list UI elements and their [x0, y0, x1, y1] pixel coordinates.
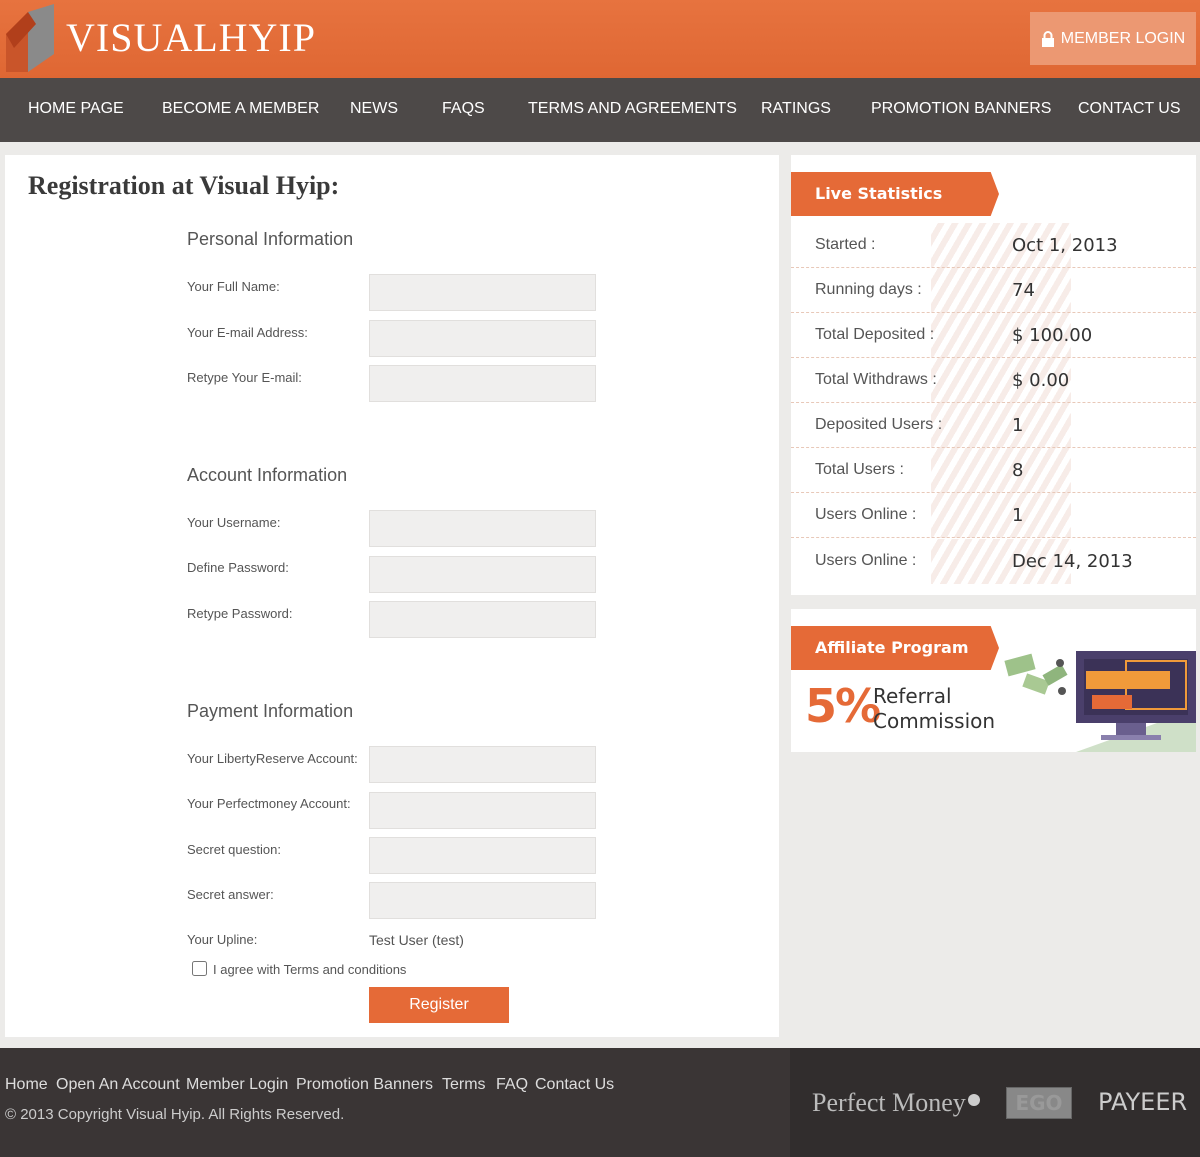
perfectmoney-input[interactable] [369, 792, 596, 829]
stat-label: Total Users : [815, 461, 904, 478]
affiliate-program-panel[interactable]: Affiliate Program 5% Referral Commission [791, 609, 1196, 752]
payeer-logo: PAYEER [1098, 1088, 1188, 1116]
stat-row: Total Users : 8 [791, 448, 1196, 493]
site-logo[interactable]: VISUALHYIP [66, 14, 316, 61]
secret-answer-input[interactable] [369, 882, 596, 919]
nav-become-member[interactable]: BECOME A MEMBER [162, 100, 319, 118]
site-footer: Home Open An Account Member Login Promot… [0, 1048, 1200, 1157]
payment-info-heading: Payment Information [187, 701, 354, 721]
footer-link-home[interactable]: Home [5, 1076, 48, 1094]
nav-home-page[interactable]: HOME PAGE [28, 100, 124, 118]
nav-faqs[interactable]: FAQS [442, 100, 485, 118]
stat-label: Users Online : [815, 506, 917, 523]
copyright-text: © 2013 Copyright Visual Hyip. All Rights… [5, 1106, 345, 1123]
retype-password-label: Retype Password: [187, 606, 293, 621]
full-name-input[interactable] [369, 274, 596, 311]
agree-terms-checkbox[interactable] [192, 961, 207, 976]
email-input[interactable] [369, 320, 596, 357]
registration-panel: Registration at Visual Hyip: Personal In… [5, 155, 779, 1037]
referral-commission-text: Referral Commission [873, 684, 1013, 734]
stat-label: Deposited Users : [815, 416, 943, 433]
stat-label: Started : [815, 236, 876, 253]
username-label: Your Username: [187, 515, 281, 530]
stat-row: Deposited Users : 1 [791, 403, 1196, 448]
live-statistics-heading: Live Statistics [791, 172, 999, 216]
stat-label: Total Deposited : [815, 326, 935, 343]
account-info-heading: Account Information [187, 465, 348, 485]
footer-link-terms[interactable]: Terms [442, 1076, 486, 1094]
nav-promotion-banners[interactable]: PROMOTION BANNERS [871, 100, 1051, 118]
password-label: Define Password: [187, 560, 289, 575]
footer-link-promotion-banners[interactable]: Promotion Banners [296, 1076, 433, 1094]
perfectmoney-label: Your Perfectmoney Account: [187, 796, 351, 811]
secret-answer-label: Secret answer: [187, 887, 274, 902]
upline-value: Test User (test) [369, 932, 464, 948]
stat-value: $ 100.00 [1012, 325, 1093, 346]
member-login-button[interactable]: MEMBER LOGIN [1030, 12, 1196, 65]
stat-value: 74 [1012, 280, 1035, 301]
stat-row: Total Withdraws : $ 0.00 [791, 358, 1196, 403]
stat-value: $ 0.00 [1012, 370, 1070, 391]
stat-row: Running days : 74 [791, 268, 1196, 313]
stat-row: Users Online : 1 [791, 493, 1196, 538]
main-nav: HOME PAGE BECOME A MEMBER NEWS FAQS TERM… [0, 78, 1200, 142]
referral-line: Referral [873, 684, 952, 708]
stat-row: Users Online : Dec 14, 2013 [791, 539, 1196, 584]
footer-link-faq[interactable]: FAQ [496, 1076, 528, 1094]
nav-terms[interactable]: TERMS AND AGREEMENTS [528, 100, 737, 118]
nav-contact-us[interactable]: CONTACT US [1078, 100, 1181, 118]
computer-money-illustration [1004, 651, 1196, 752]
email-label: Your E-mail Address: [187, 325, 308, 340]
footer-link-member-login[interactable]: Member Login [186, 1076, 288, 1094]
perfect-money-text: Perfect Money [812, 1088, 966, 1117]
commission-line: Commission [873, 709, 996, 733]
stat-label: Total Withdraws : [815, 371, 937, 388]
stat-value: Oct 1, 2013 [1012, 235, 1118, 256]
nav-news[interactable]: NEWS [350, 100, 398, 118]
live-statistics-panel: Live Statistics Started : Oct 1, 2013 Ru… [791, 155, 1196, 595]
site-header: VISUALHYIP MEMBER LOGIN [0, 0, 1200, 78]
retype-password-input[interactable] [369, 601, 596, 638]
secret-question-input[interactable] [369, 837, 596, 874]
footer-link-open-account[interactable]: Open An Account [56, 1076, 180, 1094]
stat-row: Started : Oct 1, 2013 [791, 223, 1196, 268]
secret-question-label: Secret question: [187, 842, 281, 857]
ego-logo: EGO [1006, 1087, 1072, 1119]
username-input[interactable] [369, 510, 596, 547]
password-input[interactable] [369, 556, 596, 593]
logo-icon[interactable] [6, 4, 54, 72]
stat-value: 1 [1012, 505, 1024, 526]
member-login-label: MEMBER LOGIN [1060, 29, 1186, 47]
nav-ratings[interactable]: RATINGS [761, 100, 831, 118]
perfect-money-logo: Perfect Money [812, 1088, 980, 1118]
commission-percent: 5% [805, 679, 881, 733]
full-name-label: Your Full Name: [187, 279, 280, 294]
register-button[interactable]: Register [369, 987, 509, 1023]
stat-value: Dec 14, 2013 [1012, 551, 1133, 572]
payment-logos: Perfect Money EGO PAYEER [790, 1048, 1200, 1157]
libertyreserve-input[interactable] [369, 746, 596, 783]
stat-value: 1 [1012, 415, 1024, 436]
dot-icon [967, 1094, 980, 1106]
stat-label: Users Online : [815, 552, 917, 569]
agree-terms-label[interactable]: I agree with Terms and conditions [213, 962, 406, 977]
stat-row: Total Deposited : $ 100.00 [791, 313, 1196, 358]
retype-email-input[interactable] [369, 365, 596, 402]
retype-email-label: Retype Your E-mail: [187, 370, 302, 385]
personal-info-heading: Personal Information [187, 229, 354, 249]
libertyreserve-label: Your LibertyReserve Account: [187, 751, 358, 766]
stat-label: Running days : [815, 281, 922, 298]
page-title: Registration at Visual Hyip: [28, 171, 340, 200]
stat-value: 8 [1012, 460, 1024, 481]
footer-link-contact-us[interactable]: Contact Us [535, 1076, 614, 1094]
upline-label: Your Upline: [187, 932, 258, 947]
lock-icon [1041, 30, 1054, 47]
affiliate-program-heading: Affiliate Program [791, 626, 999, 670]
